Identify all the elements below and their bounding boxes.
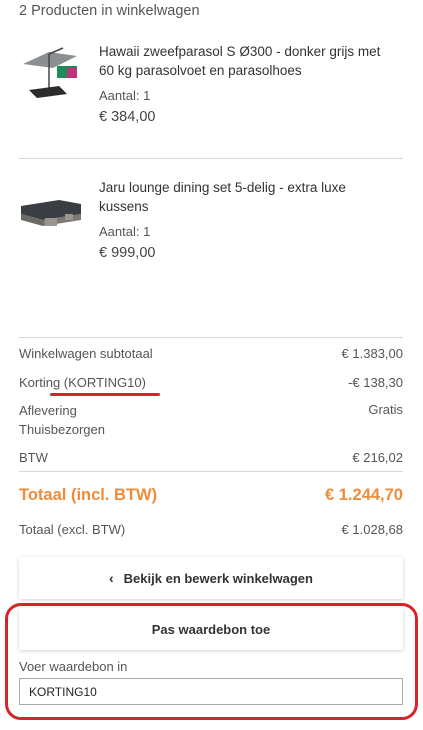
apply-voucher-label: Pas waardebon toe [151, 621, 271, 637]
summary-total-incl: Totaal (incl. BTW) € 1.244,70 [19, 486, 403, 508]
product-quantity: Aantal: 1 [99, 88, 151, 103]
product-name[interactable]: Jaru lounge dining set 5-delig - extra l… [99, 178, 399, 216]
tax-value: € 216,02 [352, 450, 403, 465]
product-image-lounge-set[interactable] [19, 178, 83, 242]
delivery-value: Gratis [368, 402, 403, 417]
divider [19, 471, 403, 472]
summary-tax: BTW € 216,02 [19, 450, 403, 468]
delivery-label: Aflevering Thuisbezorgen [19, 403, 105, 437]
edit-cart-button[interactable]: ‹ Bekijk en bewerk winkelwagen [19, 557, 403, 599]
edit-cart-label: Bekijk en bewerk winkelwagen [123, 570, 313, 586]
voucher-field-label: Voer waardebon in [19, 659, 128, 674]
discount-value: -€ 138,30 [348, 375, 403, 390]
summary-delivery: Aflevering Thuisbezorgen Gratis [19, 402, 403, 440]
total-incl-value: € 1.244,70 [325, 486, 403, 504]
product-price: € 999,00 [99, 245, 156, 261]
summary-subtotal: Winkelwagen subtotaal € 1.383,00 [19, 346, 403, 364]
subtotal-label: Winkelwagen subtotaal [19, 346, 153, 361]
total-incl-label: Totaal (incl. BTW) [19, 486, 158, 504]
summary-total-excl: Totaal (excl. BTW) € 1.028,68 [19, 522, 403, 540]
apply-voucher-button[interactable]: Pas waardebon toe [19, 608, 403, 650]
divider [19, 158, 403, 159]
divider [19, 337, 403, 338]
product-item[interactable]: Hawaii zweefparasol S Ø300 - donker grij… [19, 42, 403, 142]
annotation-underline [50, 393, 160, 396]
total-excl-label: Totaal (excl. BTW) [19, 522, 126, 537]
product-price: € 384,00 [99, 109, 156, 125]
product-quantity: Aantal: 1 [99, 224, 151, 239]
cart-header: 2 Producten in winkelwagen [19, 3, 200, 19]
total-excl-value: € 1.028,68 [341, 522, 403, 537]
discount-label: Korting (KORTING10) [19, 375, 160, 396]
voucher-input[interactable] [19, 678, 403, 705]
discount-code: KORTING10 [50, 375, 160, 396]
product-image-parasol[interactable] [19, 42, 83, 106]
chevron-left-icon: ‹ [109, 570, 114, 586]
product-item[interactable]: Jaru lounge dining set 5-delig - extra l… [19, 178, 403, 268]
subtotal-value: € 1.383,00 [341, 346, 403, 361]
summary-discount: Korting (KORTING10) -€ 138,30 [19, 375, 403, 396]
product-name[interactable]: Hawaii zweefparasol S Ø300 - donker grij… [99, 42, 399, 80]
tax-label: BTW [19, 450, 48, 465]
